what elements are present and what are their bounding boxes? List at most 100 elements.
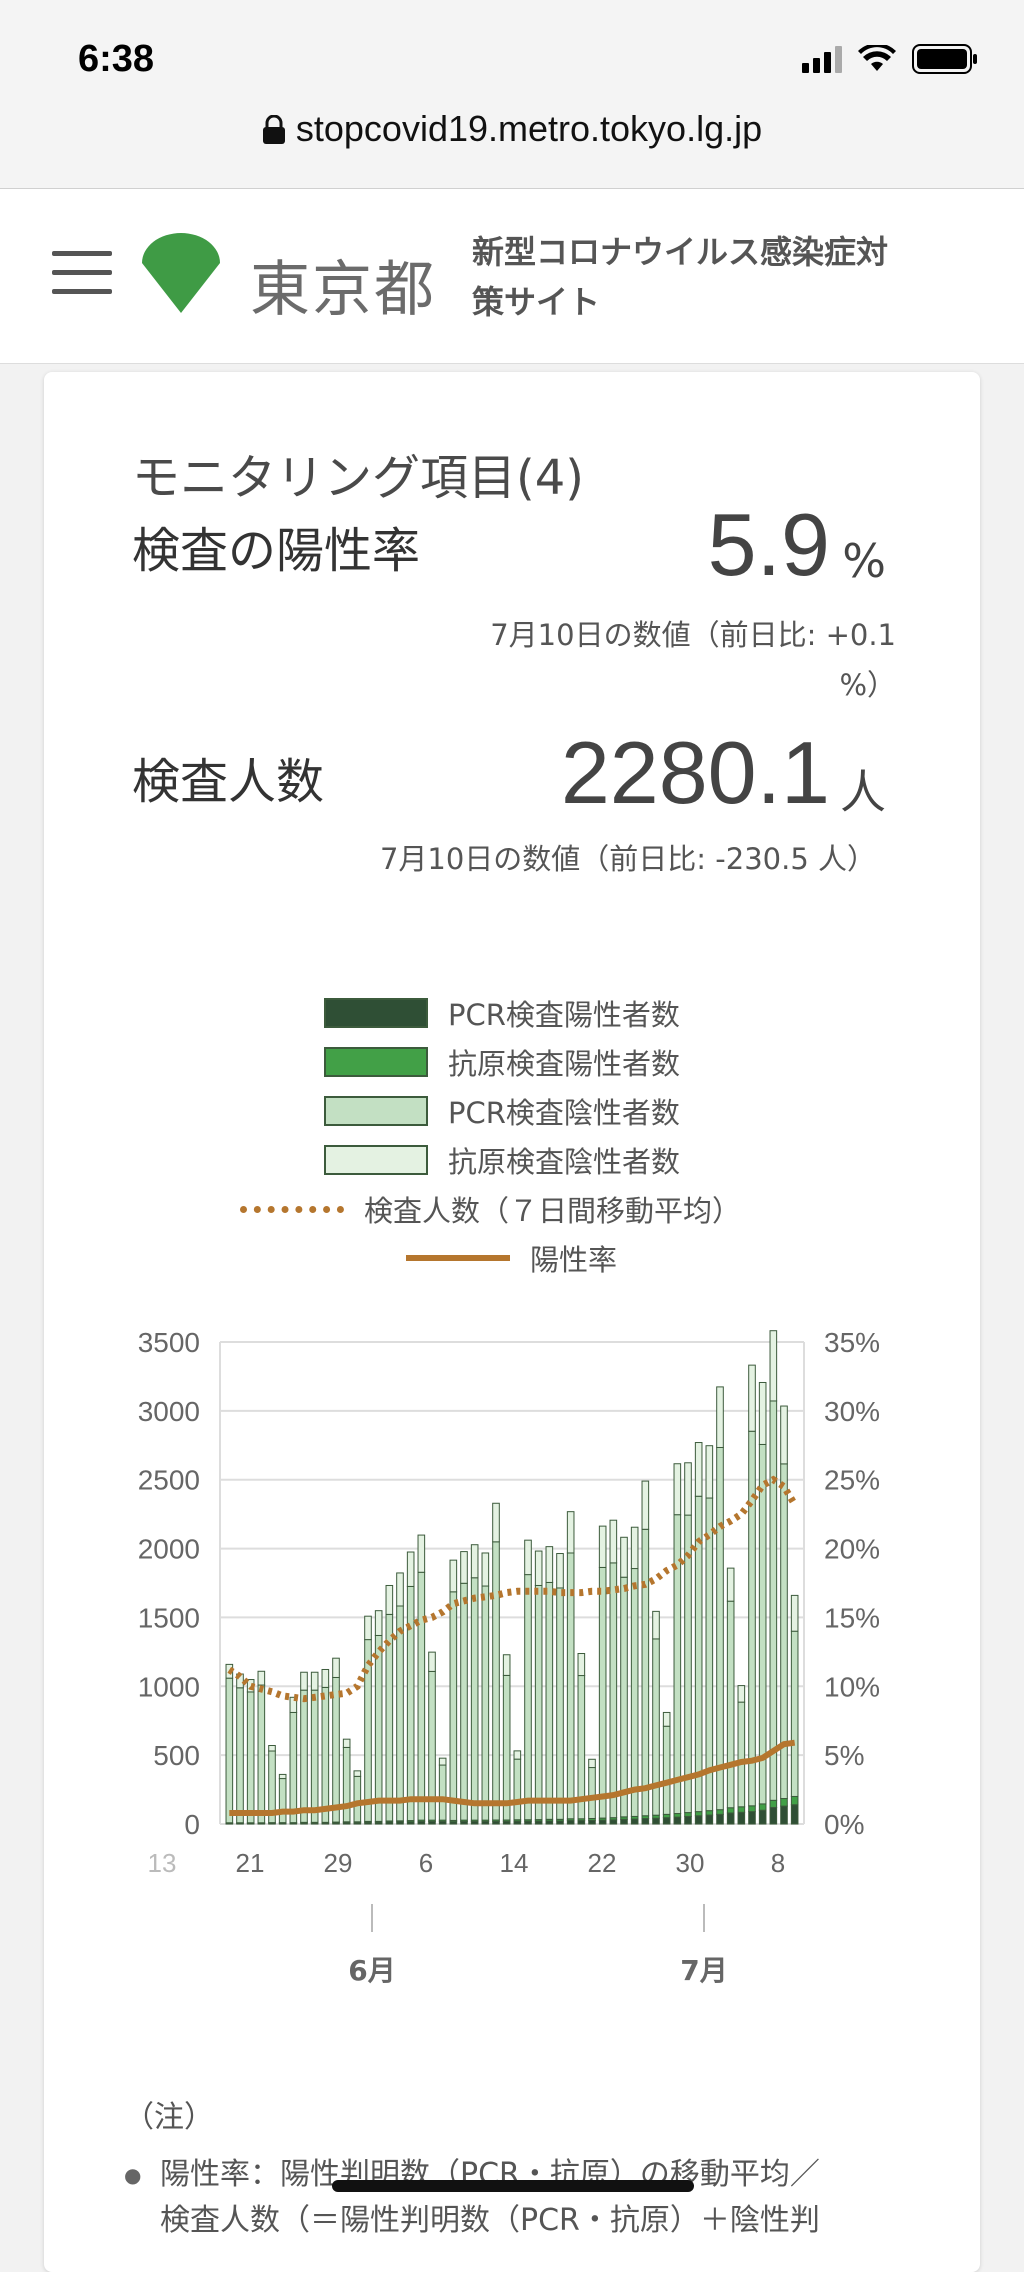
wifi-icon [858,45,896,71]
bar-antigen-negative [321,1668,330,1688]
bar-pcr-negative [609,1562,618,1819]
bar-antigen-negative [694,1442,703,1497]
bar-antigen-positive [705,1810,714,1816]
bar-antigen-negative [705,1445,714,1499]
bar-pcr-positive [684,1815,692,1825]
bar-pcr-negative [588,1767,596,1819]
bar-pcr-negative [353,1775,362,1823]
bar-pcr-negative [342,1746,351,1823]
bar-pcr-negative [438,1764,447,1821]
y2-tick-label: 10% [824,1671,880,1702]
positivity-chart: 3500 35% 3000 30% 2500 25% 2000 20% 1500 15% 1000 1… [138,1327,880,1987]
bar-antigen-negative [566,1511,575,1554]
bar-antigen-positive [748,1805,756,1813]
x-tick-label: 6 [419,1848,433,1878]
bar-antigen-negative [481,1552,490,1587]
y-tick-label: 3000 [138,1396,200,1427]
y-tick-label: 2500 [138,1465,200,1496]
y2-tick-label: 0% [824,1809,864,1840]
bar-pcr-negative [417,1571,426,1821]
tokyo-logo-icon [142,233,220,313]
bar-pcr-negative [534,1584,543,1821]
bar-pcr-positive [662,1817,671,1825]
bar-antigen-positive [737,1806,746,1813]
test-count-label: 検査人数 [132,754,325,810]
legend-item-antigen-negative[interactable]: 抗原検査陰性者数 [324,1139,680,1181]
bar-pcr-negative [662,1725,671,1815]
positivity-rate-note: 7月10日の数値（前日比: +0.1 %） [490,618,896,702]
bar-pcr-positive [705,1814,714,1825]
bar-antigen-negative [641,1480,650,1530]
bar-pcr-negative [492,1541,500,1821]
bar-pcr-negative [396,1605,404,1822]
home-indicator [332,2180,694,2192]
bar-antigen-positive [684,1812,692,1817]
y-tick-label: 500 [153,1740,200,1771]
bar-antigen-negative [737,1685,746,1703]
legend-item-positivity-rate[interactable]: 陽性率 [406,1237,617,1279]
bar-pcr-negative [321,1686,330,1823]
bar-pcr-negative [310,1689,319,1823]
bar-pcr-negative [257,1684,266,1824]
positivity-rate-value: 5.9 [707,495,830,594]
test-count-unit: 人 [840,765,886,819]
legend-item-test-count-avg[interactable]: 検査人数（７日間移動平均） [240,1188,741,1230]
y-tick-label: 1000 [138,1671,200,1702]
bar-antigen-negative [545,1546,554,1583]
bar-pcr-negative [684,1514,692,1814]
y-tick-label: 1500 [138,1602,200,1633]
bar-antigen-negative [748,1364,756,1432]
bar-pcr-positive [566,1820,575,1825]
bar-pcr-negative [716,1446,724,1811]
bar-antigen-negative [652,1610,660,1640]
y2-tick-label: 5% [824,1740,864,1771]
bar-antigen-negative [374,1610,383,1636]
bar-pcr-negative [289,1711,298,1824]
bar-pcr-positive [577,1820,586,1825]
x-tick-label: 8 [771,1848,785,1878]
test-count-note: 7月10日の数値（前日比: -230.5 人） [379,842,876,876]
bar-pcr-positive [780,1805,788,1825]
signal-icon [802,46,842,73]
bar-pcr-positive [758,1809,767,1825]
bar-pcr-negative [225,1677,234,1824]
bar-pcr-negative [470,1577,479,1821]
bar-pcr-positive [598,1819,607,1825]
bar-antigen-negative [257,1670,266,1686]
bar-pcr-negative [278,1778,287,1824]
menu-icon[interactable] [52,251,112,295]
bar-pcr-negative [641,1528,650,1817]
bar-antigen-negative [438,1757,447,1766]
bar-pcr-negative [236,1687,244,1824]
bar-pcr-negative [502,1674,511,1821]
card-subtitle: モニタリング項目(4) [132,450,584,506]
x-tick-label: 29 [324,1848,353,1878]
bar-antigen-negative [460,1551,468,1584]
url-bar[interactable]: stopcovid19.metro.tokyo.lg.jp [0,108,1024,150]
bar-pcr-positive [790,1804,799,1825]
bar-pcr-negative [556,1587,564,1820]
bar-antigen-negative [577,1653,586,1677]
bar-antigen-negative [310,1671,319,1691]
bar-antigen-negative [406,1551,415,1587]
bar-pcr-positive [737,1811,746,1825]
y-tick-label: 2000 [138,1534,200,1565]
bar-pcr-negative [737,1701,746,1808]
bar-antigen-negative [780,1405,788,1465]
bar-pcr-negative [246,1691,255,1824]
site-title[interactable]: 新型コロナウイルス感染症対策サイト [472,227,912,327]
y-tick-label: 3500 [138,1327,200,1358]
legend-item-pcr-positive[interactable]: PCR検査陽性者数 [324,992,680,1034]
y-tick-label: 0 [184,1809,200,1840]
site-header: 東京都 新型コロナウイルス感染症対策サイト [0,189,1024,364]
bar-pcr-positive [620,1818,628,1825]
bar-pcr-negative [524,1574,532,1821]
bar-antigen-negative [332,1657,340,1678]
bar-pcr-negative [406,1585,415,1822]
bar-pcr-positive [769,1806,778,1825]
bar-pcr-negative [748,1430,756,1807]
legend-item-pcr-negative[interactable]: PCR検査陰性者数 [324,1090,680,1132]
legend-item-antigen-positive[interactable]: 抗原検査陽性者数 [324,1041,680,1083]
bar-pcr-positive [641,1817,650,1825]
bar-antigen-negative [598,1525,607,1568]
